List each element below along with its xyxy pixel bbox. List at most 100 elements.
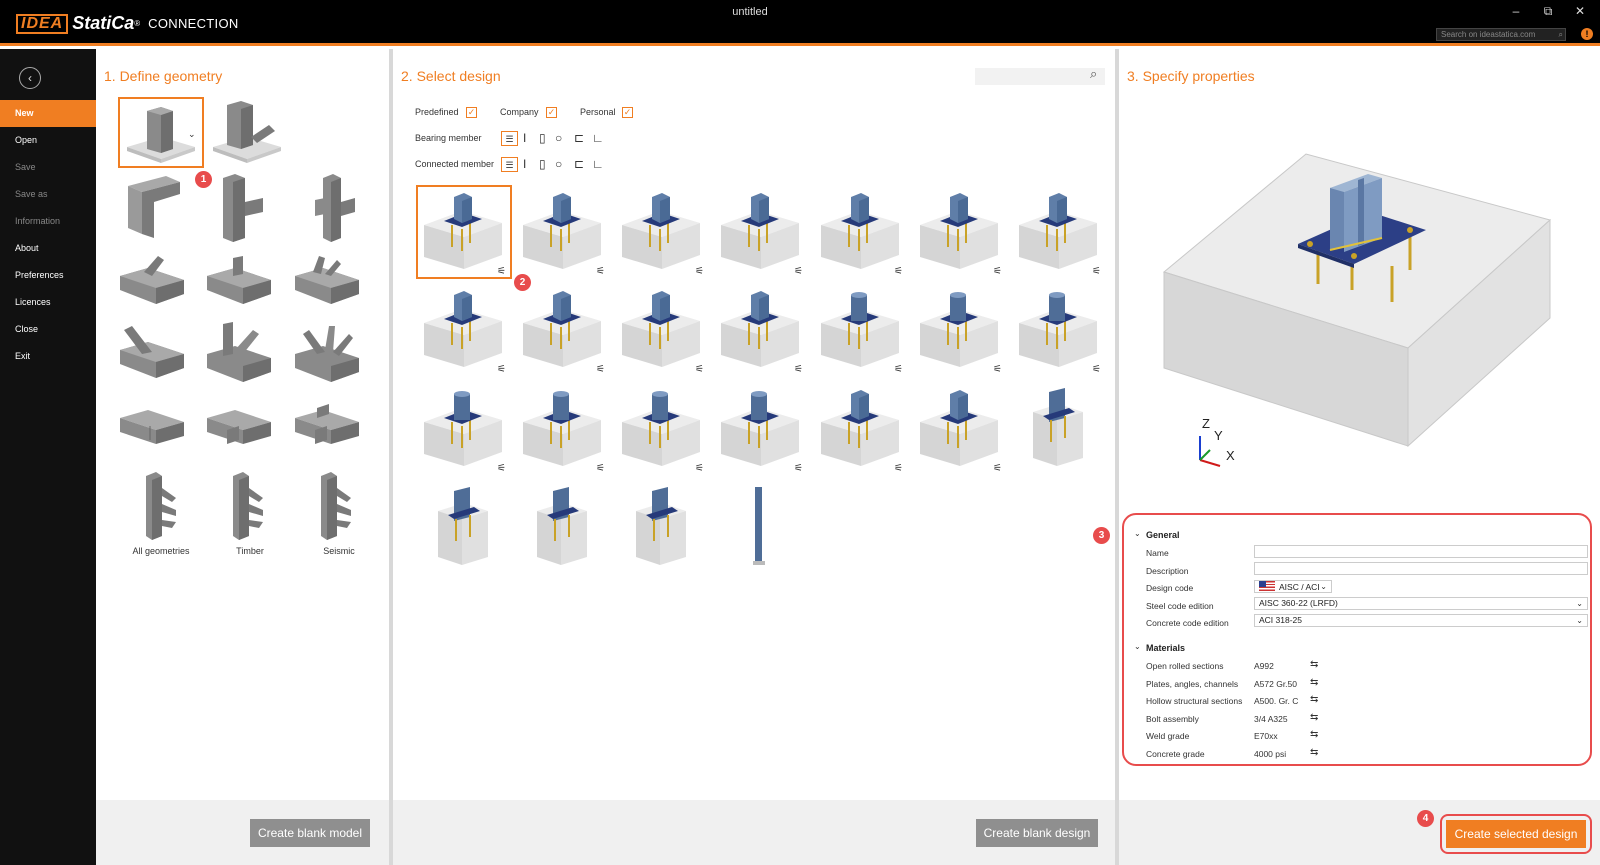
options-sliders-icon[interactable]: ⚟ <box>794 463 803 474</box>
filter-company-checkbox[interactable]: ✓ <box>546 107 557 118</box>
circular-section-icon[interactable]: ○ <box>555 157 562 171</box>
sidebar-item-new[interactable]: New <box>0 100 96 127</box>
geometry-timber[interactable] <box>205 470 285 542</box>
sidebar-item-close[interactable]: Close <box>0 316 96 343</box>
options-sliders-icon[interactable]: ⚟ <box>993 266 1002 277</box>
design-thumbnail[interactable] <box>815 382 905 476</box>
sidebar-item-licences[interactable]: Licences <box>0 289 96 316</box>
design-thumbnail[interactable] <box>517 185 607 279</box>
steel-code-select[interactable]: AISC 360-22 (LRFD) ⌄ <box>1254 597 1588 610</box>
rectangular-section-icon[interactable]: ▯ <box>539 157 546 171</box>
swap-icon[interactable]: ⇆ <box>1310 747 1318 758</box>
geometry-column-brace[interactable] <box>205 320 285 392</box>
design-thumbnail[interactable] <box>815 283 905 377</box>
design-thumbnail[interactable] <box>616 382 706 476</box>
description-input[interactable] <box>1254 562 1588 575</box>
channel-section-icon[interactable]: ⊏ <box>574 157 584 171</box>
geometry-cross-joint[interactable] <box>293 172 373 244</box>
design-thumbnail[interactable] <box>418 481 508 575</box>
filter-predefined-checkbox[interactable]: ✓ <box>466 107 477 118</box>
design-thumbnail[interactable] <box>815 185 905 279</box>
design-thumbnail[interactable] <box>1013 283 1103 377</box>
concrete-code-select[interactable]: ACI 318-25 ⌄ <box>1254 614 1588 627</box>
options-sliders-icon[interactable]: ⚟ <box>497 463 506 474</box>
design-search-input[interactable] <box>975 68 1105 85</box>
sidebar-item-open[interactable]: Open <box>0 127 96 154</box>
geometry-beam-column[interactable] <box>205 252 285 324</box>
design-thumbnail[interactable] <box>517 382 607 476</box>
options-sliders-icon[interactable]: ⚟ <box>993 364 1002 375</box>
design-thumbnail[interactable] <box>616 185 706 279</box>
geometry-t-joint[interactable] <box>205 172 285 244</box>
chevron-down-icon[interactable]: ⌄ <box>188 129 196 140</box>
design-thumbnail[interactable] <box>418 382 508 476</box>
i-section-icon[interactable]: I <box>523 157 526 171</box>
options-sliders-icon[interactable]: ⚟ <box>1092 266 1101 277</box>
chevron-down-icon[interactable]: ⌄ <box>1134 529 1141 538</box>
angle-section-icon[interactable]: ∟ <box>592 131 604 145</box>
options-sliders-icon[interactable]: ⚟ <box>1092 364 1101 375</box>
geometry-seismic[interactable] <box>293 470 373 542</box>
angle-section-icon[interactable]: ∟ <box>592 157 604 171</box>
design-thumbnail[interactable] <box>1013 382 1103 476</box>
sidebar-item-exit[interactable]: Exit <box>0 343 96 370</box>
geometry-truss-node[interactable] <box>293 320 373 392</box>
design-thumbnail[interactable] <box>715 283 805 377</box>
design-thumbnail[interactable] <box>616 283 706 377</box>
materials-heading[interactable]: Materials <box>1146 643 1185 653</box>
swap-icon[interactable]: ⇆ <box>1310 694 1318 705</box>
design-thumbnail[interactable] <box>616 481 706 575</box>
swap-icon[interactable]: ⇆ <box>1310 677 1318 688</box>
geometry-all[interactable] <box>118 470 198 542</box>
geometry-beam-t[interactable] <box>205 392 285 464</box>
info-icon[interactable]: ! <box>1581 28 1593 40</box>
name-input[interactable] <box>1254 545 1588 558</box>
geometry-beam-cross[interactable] <box>293 392 373 464</box>
design-thumbnail[interactable] <box>715 382 805 476</box>
design-thumbnail[interactable] <box>418 283 508 377</box>
swap-icon[interactable]: ⇆ <box>1310 729 1318 740</box>
i-section-icon[interactable]: I <box>523 131 526 145</box>
create-blank-design-button[interactable]: Create blank design <box>976 819 1098 847</box>
search-icon[interactable]: ⌕ <box>1090 66 1097 82</box>
circular-section-icon[interactable]: ○ <box>555 131 562 145</box>
design-thumbnail[interactable] <box>517 481 607 575</box>
options-sliders-icon[interactable]: ⚟ <box>894 266 903 277</box>
options-sliders-icon[interactable]: ⚟ <box>695 364 704 375</box>
sidebar-item-preferences[interactable]: Preferences <box>0 262 96 289</box>
design-thumbnail[interactable] <box>914 185 1004 279</box>
design-thumbnail[interactable] <box>914 283 1004 377</box>
options-sliders-icon[interactable]: ⚟ <box>596 364 605 375</box>
design-thumbnail[interactable] <box>715 481 805 575</box>
design-3d-preview[interactable] <box>1160 150 1560 470</box>
sidebar-item-about[interactable]: About <box>0 235 96 262</box>
minimize-button[interactable]: – <box>1508 4 1524 18</box>
web-search-input[interactable]: Search on ideastatica.com ⌕ <box>1436 28 1566 41</box>
geometry-column-base[interactable]: ⌄ <box>121 99 201 171</box>
create-selected-design-button[interactable]: Create selected design <box>1446 820 1586 848</box>
design-thumbnail[interactable] <box>418 185 508 279</box>
options-sliders-icon[interactable]: ⚟ <box>596 463 605 474</box>
geometry-beam-multi-brace[interactable] <box>293 252 373 324</box>
design-thumbnail[interactable] <box>1013 185 1103 279</box>
options-sliders-icon[interactable]: ⚟ <box>794 364 803 375</box>
options-sliders-icon[interactable]: ⚟ <box>993 463 1002 474</box>
restore-button[interactable]: ⧉ <box>1540 4 1556 19</box>
design-code-select[interactable]: AISC / ACI ⌄ <box>1254 580 1332 593</box>
options-sliders-icon[interactable]: ⚟ <box>596 266 605 277</box>
channel-section-icon[interactable]: ⊏ <box>574 131 584 145</box>
back-button[interactable]: ‹ <box>19 67 41 89</box>
options-sliders-icon[interactable]: ⚟ <box>695 266 704 277</box>
swap-icon[interactable]: ⇆ <box>1310 659 1318 670</box>
options-sliders-icon[interactable]: ⚟ <box>497 266 506 277</box>
filter-personal-checkbox[interactable]: ✓ <box>622 107 633 118</box>
options-sliders-icon[interactable]: ⚟ <box>894 364 903 375</box>
all-shapes-icon[interactable]: ☰ <box>501 157 518 172</box>
options-sliders-icon[interactable]: ⚟ <box>695 463 704 474</box>
design-thumbnail[interactable] <box>517 283 607 377</box>
options-sliders-icon[interactable]: ⚟ <box>894 463 903 474</box>
design-thumbnail[interactable] <box>715 185 805 279</box>
geometry-beam-brace[interactable] <box>118 252 198 324</box>
geometry-splice[interactable] <box>118 392 198 464</box>
design-thumbnail[interactable] <box>914 382 1004 476</box>
